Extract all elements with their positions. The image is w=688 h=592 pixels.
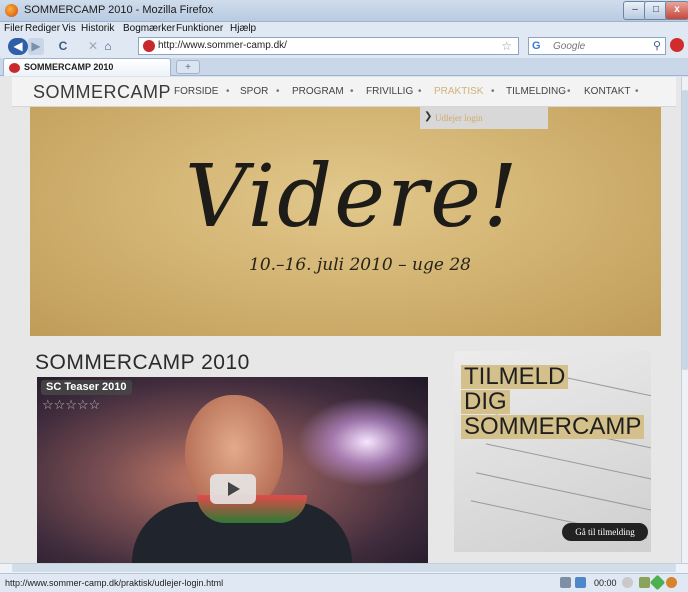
nav-separator: •: [276, 86, 280, 97]
adblock-icon[interactable]: [670, 38, 684, 52]
nav-separator: •: [350, 86, 354, 97]
nav-separator: •: [226, 86, 230, 97]
nav-separator: •: [418, 86, 422, 97]
nav-separator: •: [491, 86, 495, 97]
network-icon[interactable]: [575, 577, 586, 588]
search-box[interactable]: G ⚲: [528, 37, 666, 55]
site-logo[interactable]: SOMMERCAMP: [33, 82, 171, 103]
reload-button[interactable]: C: [56, 38, 70, 55]
extension-icon[interactable]: [666, 577, 677, 588]
status-time: 00:00: [594, 578, 617, 588]
play-button[interactable]: [210, 474, 256, 504]
menu-bar: Filer Rediger Vis Historik Bogmærker Fun…: [0, 22, 688, 36]
site-favicon-icon: [143, 40, 155, 52]
status-bar: http://www.sommer-camp.dk/praktisk/udlej…: [0, 573, 688, 592]
dropdown-item-udlejer-login[interactable]: Udlejer login: [435, 113, 483, 123]
nav-spor[interactable]: SPOR: [240, 86, 268, 97]
nav-forside[interactable]: FORSIDE: [174, 86, 218, 97]
nav-program[interactable]: PROGRAM: [292, 86, 344, 97]
go-to-signup-button[interactable]: Gå til tilmelding: [562, 523, 648, 541]
menu-hjaelp[interactable]: Hjælp: [230, 23, 256, 34]
nav-separator: •: [635, 86, 639, 97]
status-text: http://www.sommer-camp.dk/praktisk/udlej…: [5, 578, 224, 588]
vertical-scroll-thumb[interactable]: [682, 90, 688, 370]
promo-line-1: TILMELD: [461, 365, 569, 389]
video-title[interactable]: SC Teaser 2010: [41, 380, 132, 395]
page-heading: SOMMERCAMP 2010: [35, 351, 250, 374]
menu-vis[interactable]: Vis: [62, 23, 76, 34]
home-button[interactable]: ⌂: [101, 38, 115, 55]
window-title: SOMMERCAMP 2010 - Mozilla Firefox: [24, 4, 214, 16]
window-titlebar: SOMMERCAMP 2010 - Mozilla Firefox – □ x: [0, 0, 688, 22]
nav-separator: •: [567, 86, 571, 97]
site-header: SOMMERCAMP FORSIDE • SPOR • PROGRAM • FR…: [12, 77, 676, 107]
hero-banner: Videre! 10.–16. juli 2010 – uge 28: [30, 107, 661, 336]
nav-frivillig[interactable]: FRIVILLIG: [366, 86, 413, 97]
video-player[interactable]: SC Teaser 2010 ☆☆☆☆☆: [37, 377, 428, 563]
new-tab-button[interactable]: +: [176, 60, 200, 74]
promo-line-3: SOMMERCAMP: [461, 415, 645, 439]
form-line: [475, 472, 651, 511]
back-button[interactable]: ◀: [8, 38, 28, 55]
page-info-icon[interactable]: [560, 577, 571, 588]
firefox-icon: [5, 4, 18, 17]
chevron-right-icon: ❯: [424, 111, 433, 122]
hero-date-text: 10.–16. juli 2010 – uge 28: [249, 255, 471, 275]
tab-favicon-icon: [9, 63, 20, 73]
menu-bogmaerker[interactable]: Bogmærker: [123, 23, 175, 34]
search-icon[interactable]: ⚲: [653, 39, 661, 52]
nav-tilmelding[interactable]: TILMELDING: [506, 86, 566, 97]
praktisk-dropdown: ❯ Udlejer login: [420, 107, 548, 129]
google-icon[interactable]: G: [532, 40, 541, 52]
download-arrow-icon[interactable]: [649, 574, 666, 591]
signup-promo[interactable]: TILMELD DIG SOMMERCAMP Gå til tilmelding: [454, 351, 651, 552]
stop-button[interactable]: ✕: [86, 38, 100, 55]
rating-stars[interactable]: ☆☆☆☆☆: [42, 397, 100, 413]
forward-button[interactable]: ▶: [28, 38, 44, 55]
menu-rediger[interactable]: Rediger: [25, 23, 60, 34]
tab-sommercamp[interactable]: SOMMERCAMP 2010: [3, 58, 171, 76]
horizontal-scroll-thumb[interactable]: [12, 564, 676, 572]
nav-praktisk[interactable]: PRAKTISK: [434, 86, 483, 97]
menu-historik[interactable]: Historik: [81, 23, 114, 34]
tab-label: SOMMERCAMP 2010: [24, 62, 114, 72]
url-bar[interactable]: http://www.sommer-camp.dk/ ☆: [138, 37, 519, 55]
bookmark-star-icon[interactable]: ☆: [501, 39, 512, 53]
url-text: http://www.sommer-camp.dk/: [158, 40, 287, 51]
form-line: [485, 443, 651, 480]
search-input[interactable]: [551, 39, 649, 54]
promo-line-2: DIG: [461, 390, 510, 414]
page-content: SOMMERCAMP FORSIDE • SPOR • PROGRAM • FR…: [0, 77, 681, 563]
puzzle-icon[interactable]: [639, 577, 650, 588]
video-frame-light: [297, 397, 428, 487]
nav-kontakt[interactable]: KONTAKT: [584, 86, 630, 97]
play-icon: [228, 482, 240, 496]
menu-funktioner[interactable]: Funktioner: [176, 23, 223, 34]
hero-script-text: Videre!: [185, 147, 520, 247]
menu-filer[interactable]: Filer: [4, 23, 23, 34]
addon-icon[interactable]: [622, 577, 633, 588]
close-button[interactable]: x: [665, 1, 688, 20]
